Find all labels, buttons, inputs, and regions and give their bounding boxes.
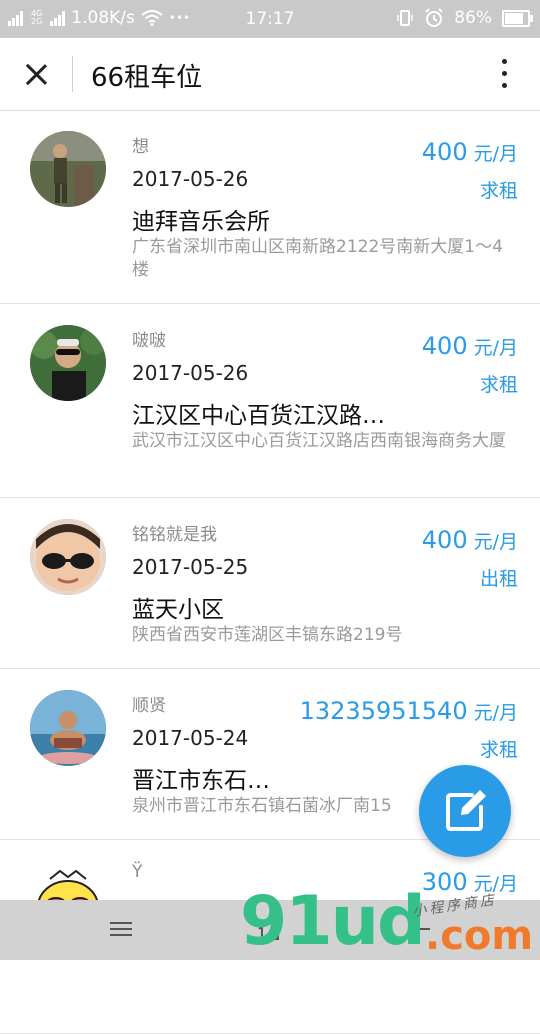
avatar bbox=[30, 131, 106, 207]
edit-button[interactable] bbox=[419, 765, 511, 857]
price: 400 元/月 bbox=[422, 138, 518, 166]
close-icon[interactable] bbox=[18, 56, 54, 92]
listing-type: 求租 bbox=[479, 739, 518, 761]
listing-item[interactable]: 铭铭就是我 2017-05-25 蓝天小区 陕西省西安市莲湖区丰镐东路219号 … bbox=[0, 498, 540, 669]
address: 陕西省西安市莲湖区丰镐东路219号 bbox=[132, 625, 403, 645]
price-value: 400 bbox=[421, 526, 468, 554]
avatar bbox=[30, 690, 106, 766]
price: 300 元/月 bbox=[422, 868, 518, 896]
battery-percent: 86% bbox=[454, 8, 492, 28]
battery-icon bbox=[502, 9, 533, 27]
listing-type: 出租 bbox=[479, 568, 518, 590]
edit-icon bbox=[446, 790, 486, 831]
username: 想 bbox=[132, 137, 149, 157]
price: 400 元/月 bbox=[422, 332, 518, 360]
location-name: 蓝天小区 bbox=[132, 597, 224, 623]
username: Ϋ bbox=[132, 862, 143, 882]
post-date: 2017-05-25 bbox=[132, 555, 249, 579]
back-icon[interactable] bbox=[405, 914, 435, 944]
status-right: 86% bbox=[396, 8, 533, 28]
price-unit: 元/月 bbox=[473, 873, 518, 895]
listing-list: 想 2017-05-26 迪拜音乐会所 广东省深圳市南山区南新路2122号南新大… bbox=[0, 110, 540, 1034]
avatar bbox=[30, 325, 106, 401]
price-unit: 元/月 bbox=[473, 531, 518, 553]
menu-icon[interactable] bbox=[110, 920, 134, 940]
listing-type: 求租 bbox=[479, 180, 518, 202]
username: 啵啵 bbox=[132, 331, 166, 351]
post-date: 2017-05-26 bbox=[132, 167, 249, 191]
home-icon[interactable] bbox=[255, 914, 285, 944]
listing-type: 求租 bbox=[479, 374, 518, 396]
location-name: 迪拜音乐会所 bbox=[132, 209, 270, 235]
price-value: 400 bbox=[421, 138, 468, 166]
price-unit: 元/月 bbox=[473, 702, 518, 724]
location-name: 江汉区中心百货江汉路… bbox=[132, 403, 385, 429]
address: 广东省深圳市南山区南新路2122号南新大厦1～4楼 bbox=[132, 237, 503, 280]
price-unit: 元/月 bbox=[473, 143, 518, 165]
post-date: 2017-05-26 bbox=[132, 361, 249, 385]
price-value: 300 bbox=[421, 868, 468, 896]
status-bar: 4G 2G 1.08K/s ••• 17:17 86% bbox=[0, 0, 540, 38]
username: 顺贤 bbox=[132, 696, 166, 716]
system-nav-bar bbox=[0, 900, 540, 960]
price-value: 400 bbox=[421, 332, 468, 360]
listing-item[interactable]: 想 2017-05-26 迪拜音乐会所 广东省深圳市南山区南新路2122号南新大… bbox=[0, 110, 540, 304]
price: 400 元/月 bbox=[422, 526, 518, 554]
nav-bar: 66租车位 bbox=[0, 38, 540, 111]
more-vertical-icon[interactable] bbox=[486, 56, 522, 92]
page-title: 66租车位 bbox=[91, 63, 203, 93]
price-unit: 元/月 bbox=[473, 337, 518, 359]
avatar bbox=[30, 519, 106, 595]
post-date: 2017-05-24 bbox=[132, 726, 249, 750]
listing-item[interactable]: 啵啵 2017-05-26 江汉区中心百货江汉路… 武汉市江汉区中心百货江汉路店… bbox=[0, 304, 540, 498]
nav-divider bbox=[72, 56, 73, 92]
username: 铭铭就是我 bbox=[132, 525, 217, 545]
address: 武汉市江汉区中心百货江汉路店西南银海商务大厦 bbox=[132, 431, 506, 451]
alarm-icon bbox=[425, 8, 443, 27]
vibrate-icon bbox=[397, 10, 413, 26]
location-name: 晋江市东石… bbox=[132, 768, 270, 794]
price: 13235951540 元/月 bbox=[300, 697, 518, 725]
price-value: 13235951540 bbox=[299, 697, 468, 725]
